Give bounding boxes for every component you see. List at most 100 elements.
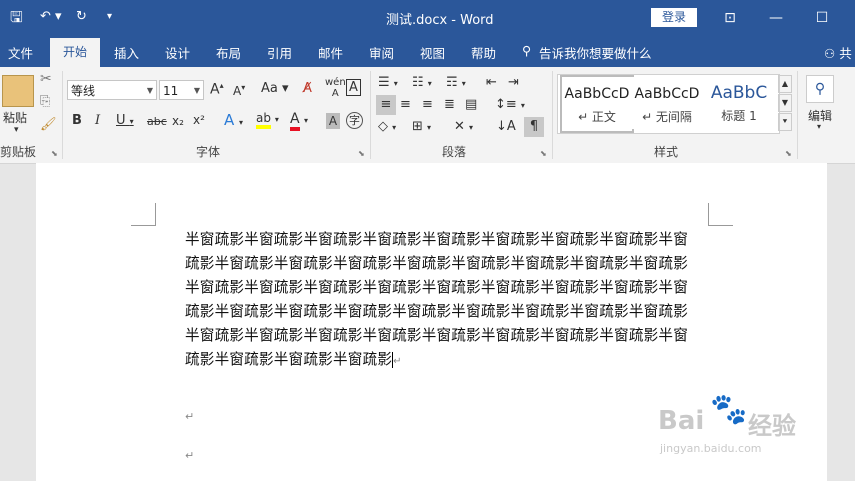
shading-icon[interactable]: ◇ ▾ (378, 119, 396, 134)
style-normal[interactable]: AaBbCcD ↵ 正文 (560, 75, 634, 133)
underline-button[interactable]: U ▾ (116, 113, 134, 128)
watermark-url: jingyan.baidu.com (660, 442, 762, 455)
minimize-button[interactable]: — (752, 0, 800, 36)
font-color-button[interactable]: A ▾ (290, 111, 308, 131)
character-border-button[interactable]: A (346, 79, 361, 96)
change-case-button[interactable]: Aa ▾ (261, 81, 289, 96)
phonetic-guide-button[interactable]: wén A (325, 77, 346, 99)
font-name-combo[interactable]: 等线 ▼ (67, 80, 157, 100)
divider (370, 71, 371, 159)
margin-corner-marker (708, 203, 733, 226)
ribbon-display-icon[interactable]: ⊡ (706, 0, 754, 36)
watermark-logo: Bai 🐾 经验 jingyan.baidu.com (658, 388, 808, 463)
text-effects-button[interactable]: A ▾ (224, 111, 243, 129)
paragraph-launcher-icon[interactable]: ⬊ (540, 149, 547, 158)
redo-icon[interactable]: ↻ (76, 9, 87, 24)
login-button[interactable]: 登录 (651, 8, 697, 27)
increase-indent-icon[interactable]: ⇥ (508, 75, 519, 90)
lightbulb-icon: ⚲ (522, 43, 532, 58)
show-marks-icon[interactable]: ¶ (524, 117, 544, 137)
bold-button[interactable]: B (72, 113, 82, 128)
style-heading-1[interactable]: AaBbC 标题 1 (704, 77, 774, 129)
enclose-characters-button[interactable]: 字 (346, 112, 363, 129)
document-body[interactable]: 半窗疏影半窗疏影半窗疏影半窗疏影半窗疏影半窗疏影半窗疏影半窗疏影半窗疏影半窗疏影… (185, 228, 699, 374)
multilevel-list-icon[interactable]: ☶ ▾ (446, 75, 466, 90)
share-button[interactable]: ⚇ 共 (824, 43, 852, 62)
align-center-icon[interactable]: ≡ (400, 97, 411, 112)
italic-button[interactable]: I (95, 113, 100, 128)
share-label: 共 (839, 46, 852, 61)
tab-insert[interactable]: 插入 (114, 43, 139, 62)
shrink-font-button[interactable]: A▾ (233, 83, 245, 98)
clipboard-group-label: 剪贴板 (0, 145, 37, 159)
subscript-button[interactable]: x₂ (172, 114, 184, 128)
grow-font-button[interactable]: A▴ (210, 81, 224, 98)
font-size-combo[interactable]: 11 ▼ (159, 80, 204, 100)
paste-dropdown-icon[interactable]: ▾ (14, 125, 19, 135)
style-no-spacing[interactable]: AaBbCcD ↵ 无间隔 (632, 77, 702, 129)
search-icon[interactable]: ⚲ (806, 75, 834, 103)
styles-group-label: 样式 (654, 145, 679, 159)
sort-icon[interactable]: ↓A (496, 119, 516, 134)
cut-icon[interactable]: ✂ (40, 71, 52, 87)
bullets-icon[interactable]: ☰ ▾ (378, 75, 398, 90)
styles-scroll-up[interactable]: ▲ (778, 75, 792, 93)
divider (552, 71, 553, 159)
margin-corner-marker (131, 203, 156, 226)
tab-review[interactable]: 审阅 (369, 43, 394, 62)
tab-view[interactable]: 视图 (420, 43, 445, 62)
tell-me-search[interactable]: 告诉我你想要做什么 (539, 43, 652, 62)
window-title: 测试.docx - Word (386, 13, 494, 28)
watermark-brand: Bai (658, 406, 705, 436)
style-name: ↵ 正文 (578, 110, 616, 124)
strikethrough-button[interactable]: abc (147, 115, 167, 128)
styles-launcher-icon[interactable]: ⬊ (785, 149, 792, 158)
tab-references[interactable]: 引用 (267, 43, 292, 62)
tab-file[interactable]: 文件 (8, 43, 33, 62)
font-launcher-icon[interactable]: ⬊ (358, 149, 365, 158)
align-right-icon[interactable]: ≡ (422, 97, 433, 112)
justify-icon[interactable]: ≣ (444, 97, 455, 112)
paragraph-mark: ↵ (185, 449, 195, 462)
font-name-value: 等线 (71, 84, 96, 98)
align-left-icon[interactable]: ≡ (376, 95, 396, 115)
distributed-icon[interactable]: ▤ (465, 97, 477, 112)
paw-icon: 🐾 (710, 392, 748, 427)
chinese-layout-icon[interactable]: ✕ ▾ (454, 119, 473, 134)
numbering-icon[interactable]: ☷ ▾ (412, 75, 432, 90)
editing-dropdown-icon[interactable]: ▾ (817, 122, 821, 131)
tab-layout[interactable]: 布局 (216, 43, 241, 62)
style-sample: AaBbCcD (634, 86, 700, 102)
undo-icon[interactable]: ↶ ▾ (40, 9, 62, 24)
paste-button[interactable]: 粘贴 (3, 109, 27, 126)
divider (797, 71, 798, 159)
style-sample: AaBbC (710, 83, 768, 103)
clear-formatting-icon[interactable]: A̸ (303, 81, 312, 96)
ribbon: 粘贴 ▾ ✂ ⎘ 🖌 剪贴板 ⬊ 等线 ▼ 11 ▼ A▴ A▾ Aa ▾ A̸ w… (0, 67, 855, 164)
title-bar: 🖫 ↶ ▾ ↻ ▾ 测试.docx - Word 登录 ⊡ — ☐ (0, 0, 855, 36)
decrease-indent-icon[interactable]: ⇤ (486, 75, 497, 90)
clipboard-launcher-icon[interactable]: ⬊ (51, 149, 58, 158)
superscript-button[interactable]: x² (193, 113, 205, 127)
styles-scroll-down[interactable]: ▼ (778, 94, 792, 112)
maximize-button[interactable]: ☐ (798, 0, 846, 36)
save-icon[interactable]: 🖫 (10, 7, 23, 32)
tab-mailings[interactable]: 邮件 (318, 43, 343, 62)
tab-design[interactable]: 设计 (165, 43, 190, 62)
character-shading-button[interactable]: A (326, 113, 340, 129)
watermark-brand-2: 经验 (748, 412, 796, 440)
line-spacing-icon[interactable]: ↕≡ ▾ (495, 97, 525, 112)
styles-more[interactable]: ⯆ (778, 113, 792, 131)
highlight-color-button[interactable]: ab ▾ (256, 111, 279, 129)
customize-toolbar-icon[interactable]: ▾ (107, 11, 112, 22)
tab-help[interactable]: 帮助 (471, 43, 496, 62)
tab-home[interactable]: 开始 (50, 38, 100, 67)
paragraph-text: 半窗疏影半窗疏影半窗疏影半窗疏影半窗疏影半窗疏影半窗疏影半窗疏影半窗疏影半窗疏影… (185, 231, 688, 368)
borders-icon[interactable]: ⊞ ▾ (412, 119, 431, 134)
format-painter-icon[interactable]: 🖌 (40, 117, 57, 132)
font-size-value: 11 (163, 84, 179, 98)
style-name: ↵ 无间隔 (642, 110, 692, 124)
copy-icon[interactable]: ⎘ (40, 94, 50, 109)
divider (62, 71, 63, 159)
paste-icon[interactable] (2, 75, 34, 107)
